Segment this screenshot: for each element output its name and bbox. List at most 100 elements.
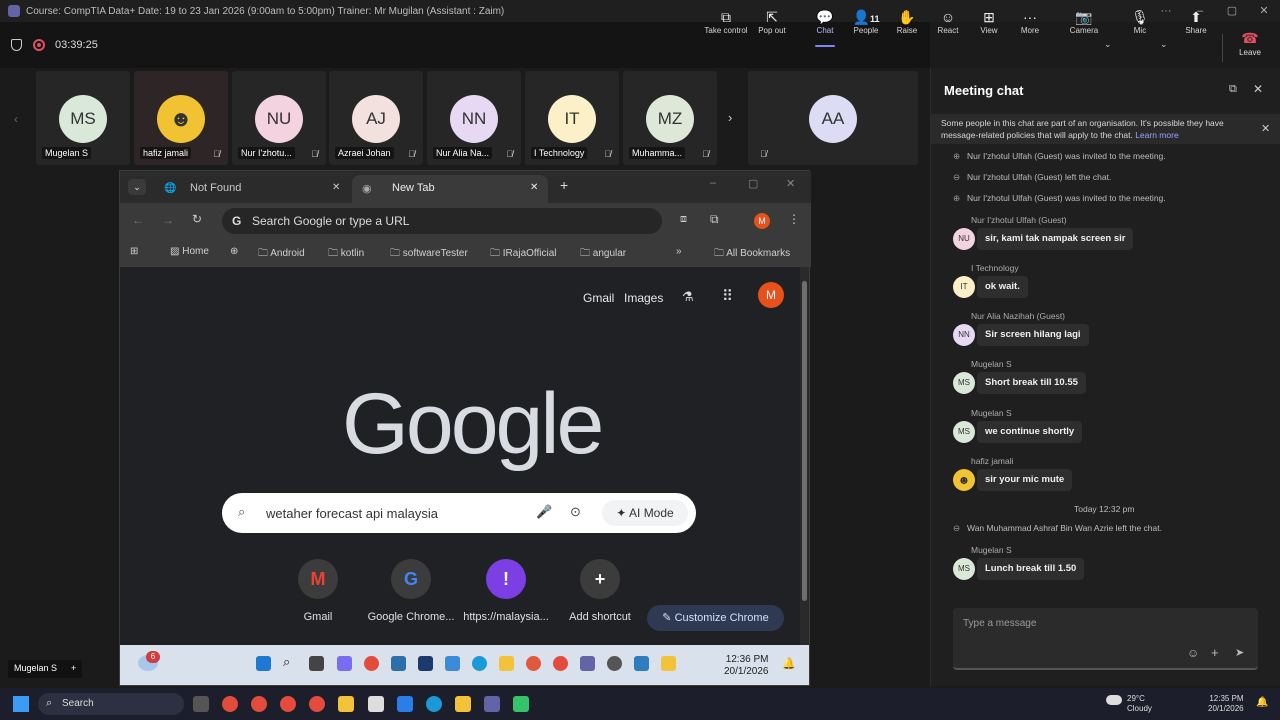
menu-kebab-icon[interactable]: ⋮ bbox=[788, 212, 800, 226]
camera-options-chevron-icon[interactable]: ⌄ bbox=[1104, 39, 1112, 50]
file-explorer-icon[interactable] bbox=[499, 656, 514, 671]
tab-not-found[interactable]: 🌐 Not Found ✕ bbox=[150, 175, 346, 203]
chrome-icon[interactable] bbox=[251, 696, 267, 712]
add-attachment-icon[interactable]: + bbox=[1211, 645, 1219, 660]
shared-browser-window[interactable]: ⌄ 🌐 Not Found ✕ ◉ New Tab ✕ + – ▢ ✕ ← → … bbox=[119, 170, 811, 686]
participant-tile[interactable]: ☻ hafiz jamali 🎙̸ bbox=[134, 71, 228, 165]
lens-extension-icon[interactable]: ⧈ bbox=[680, 213, 687, 226]
participant-tile[interactable]: NU Nur I'zhotu... 🎙̸ bbox=[232, 71, 326, 165]
react-button[interactable]: ☺ React bbox=[926, 8, 970, 44]
maximize-button[interactable]: ▢ bbox=[1222, 3, 1242, 19]
app-icon[interactable] bbox=[368, 696, 384, 712]
search-icon[interactable]: ⌕ bbox=[283, 654, 290, 670]
tab-new-tab[interactable]: ◉ New Tab ✕ bbox=[352, 175, 548, 203]
back-icon[interactable]: ← bbox=[132, 213, 144, 227]
app-icon[interactable] bbox=[634, 656, 649, 671]
bookmark-softwaretester[interactable]: 🗀 softwareTester bbox=[390, 246, 468, 263]
task-view-icon[interactable] bbox=[193, 696, 209, 712]
chat-message[interactable]: sir your mic mute bbox=[977, 469, 1073, 491]
close-icon[interactable]: ✕ bbox=[786, 177, 795, 190]
extensions-icon[interactable]: ⧉ bbox=[710, 212, 719, 227]
globe-bookmark-icon[interactable]: ⊕ bbox=[230, 246, 238, 257]
bookmark-angular[interactable]: 🗀 angular bbox=[580, 246, 626, 263]
new-tab-icon[interactable]: + bbox=[560, 177, 568, 193]
people-button[interactable]: 👤11 People bbox=[844, 8, 888, 44]
taskbar-search[interactable]: ⌕ Search bbox=[38, 693, 184, 715]
chat-message[interactable]: Lunch break till 1.50 bbox=[977, 558, 1085, 580]
participant-tile[interactable]: AJ Azraei Johan 🎙̸ bbox=[329, 71, 423, 165]
dismiss-notice-icon[interactable]: ✕ bbox=[1261, 123, 1270, 135]
app-icon[interactable] bbox=[391, 656, 406, 671]
file-explorer-icon[interactable] bbox=[338, 696, 354, 712]
voice-search-icon[interactable]: 🎤 bbox=[536, 504, 552, 520]
windows-start-icon[interactable] bbox=[13, 696, 29, 712]
reload-icon[interactable]: ↻ bbox=[192, 212, 202, 226]
all-bookmarks[interactable]: 🗀 All Bookmarks bbox=[714, 246, 790, 263]
app-icon[interactable] bbox=[397, 696, 413, 712]
chrome-icon[interactable] bbox=[309, 696, 325, 712]
google-apps-icon[interactable]: ⠿ bbox=[722, 287, 733, 305]
chrome-icon[interactable] bbox=[280, 696, 296, 712]
notification-bell-icon[interactable]: 🔔 bbox=[782, 657, 796, 670]
gmail-link[interactable]: Gmail bbox=[583, 291, 614, 305]
bookmark-home[interactable]: ▨ Home bbox=[170, 246, 209, 257]
participant-tile[interactable]: AA 🎙̸ bbox=[748, 71, 918, 165]
add-icon[interactable]: + bbox=[71, 663, 76, 673]
task-view-icon[interactable] bbox=[309, 656, 324, 671]
images-link[interactable]: Images bbox=[624, 291, 663, 305]
windows-start-icon[interactable] bbox=[256, 656, 271, 671]
chrome-icon[interactable] bbox=[222, 696, 238, 712]
chrome-icon[interactable] bbox=[553, 656, 568, 671]
mic-options-chevron-icon[interactable]: ⌄ bbox=[1160, 39, 1168, 50]
profile-avatar[interactable]: M bbox=[758, 282, 784, 308]
mic-button[interactable]: 🎙 Mic bbox=[1118, 8, 1162, 44]
shortcut-google-chrome[interactable]: G Google Chrome... bbox=[361, 559, 461, 623]
teams-icon[interactable] bbox=[580, 656, 595, 671]
chat-button[interactable]: 💬 Chat bbox=[803, 8, 847, 47]
send-icon[interactable]: ➤ bbox=[1235, 646, 1244, 659]
bookmark-kotlin[interactable]: 🗀 kotlin bbox=[328, 246, 364, 263]
maximize-icon[interactable]: ▢ bbox=[748, 177, 758, 190]
bookmark-android[interactable]: 🗀 Android bbox=[258, 246, 305, 263]
close-window-button[interactable]: ✕ bbox=[1254, 3, 1274, 19]
participant-tile[interactable]: IT I Technology 🎙̸ bbox=[525, 71, 619, 165]
forward-icon[interactable]: → bbox=[162, 213, 174, 227]
participant-tile[interactable]: NN Nur Alia Na... 🎙̸ bbox=[427, 71, 521, 165]
emoji-icon[interactable]: ☺ bbox=[1187, 646, 1199, 660]
teams-icon[interactable] bbox=[484, 696, 500, 712]
learn-more-link[interactable]: Learn more bbox=[1135, 130, 1178, 140]
chat-message[interactable]: Sir screen hilang lagi bbox=[977, 324, 1089, 346]
pop-out-chat-icon[interactable]: ⧉ bbox=[1229, 83, 1237, 96]
minimize-icon[interactable]: – bbox=[710, 177, 716, 189]
participant-tile[interactable]: MZ Muhamma... 🎙̸ bbox=[623, 71, 717, 165]
chat-message[interactable]: ok wait. bbox=[977, 276, 1028, 298]
chat-message[interactable]: Short break till 10.55 bbox=[977, 372, 1086, 394]
profile-avatar[interactable]: M bbox=[754, 213, 770, 229]
edge-icon[interactable] bbox=[426, 696, 442, 712]
settings-icon[interactable] bbox=[607, 656, 622, 671]
chat-message[interactable]: sir, kami tak nampak screen sir bbox=[977, 228, 1134, 250]
close-chat-icon[interactable]: ✕ bbox=[1253, 82, 1263, 96]
app-icon[interactable] bbox=[513, 696, 529, 712]
chrome-icon[interactable] bbox=[364, 656, 379, 671]
participant-tile[interactable]: MS Mugelan S bbox=[36, 71, 130, 165]
more-bookmarks-icon[interactable]: » bbox=[676, 246, 682, 257]
system-clock[interactable]: 12:35 PM 20/1/2026 bbox=[1208, 694, 1244, 714]
shortcut-add[interactable]: + Add shortcut bbox=[550, 559, 650, 623]
apps-grid-icon[interactable]: ⊞ bbox=[130, 246, 138, 257]
close-tab-icon[interactable]: ✕ bbox=[530, 182, 538, 193]
take-control-button[interactable]: ⧉ Take control bbox=[704, 8, 748, 44]
share-button[interactable]: ⬆ Share bbox=[1174, 8, 1218, 44]
close-tab-icon[interactable]: ✕ bbox=[332, 182, 340, 193]
scroll-right-icon[interactable]: › bbox=[728, 110, 732, 125]
weather-widget[interactable]: 29°C Cloudy bbox=[1127, 694, 1152, 714]
word-icon[interactable] bbox=[418, 656, 433, 671]
self-view-label[interactable]: Mugelan S + bbox=[8, 660, 83, 678]
pop-out-button[interactable]: ⇱ Pop out bbox=[750, 8, 794, 44]
ai-mode-button[interactable]: ✦ AI Mode bbox=[602, 500, 688, 526]
firefox-icon[interactable] bbox=[526, 656, 541, 671]
address-bar[interactable]: G Search Google or type a URL bbox=[222, 208, 662, 234]
search-input[interactable]: wetaher forecast api malaysia bbox=[266, 506, 438, 521]
shortcut-malaysia[interactable]: ! https://malaysia... bbox=[456, 559, 556, 623]
chat-message[interactable]: we continue shortly bbox=[977, 421, 1083, 443]
